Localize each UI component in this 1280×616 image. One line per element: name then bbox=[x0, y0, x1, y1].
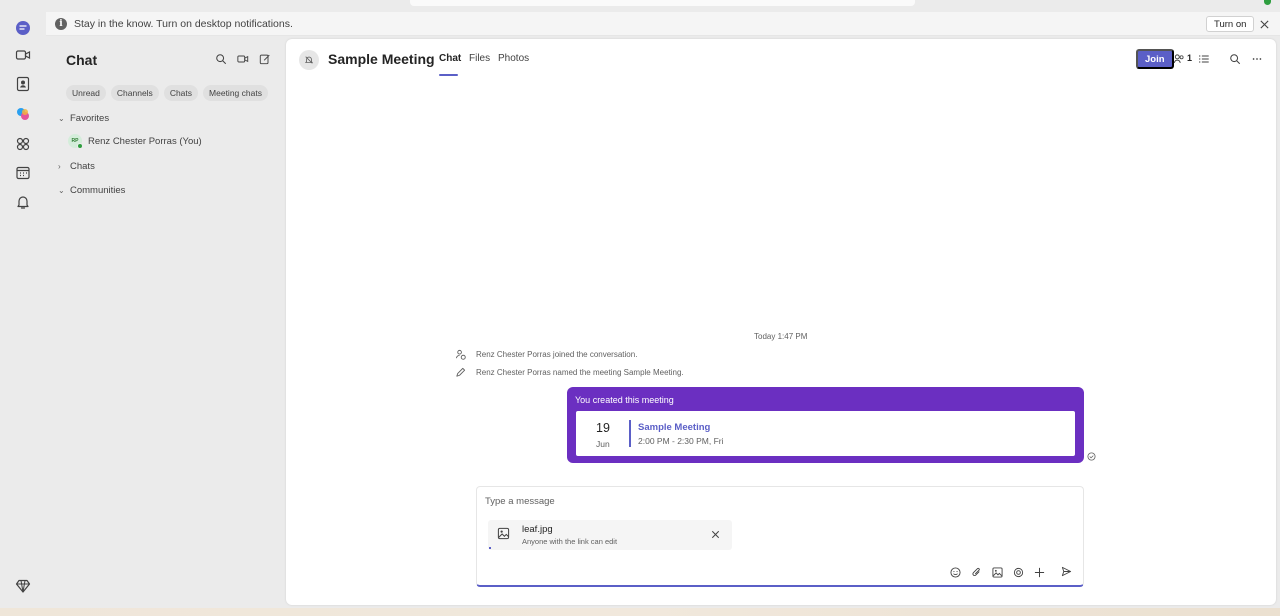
attachment-permission: Anyone with the link can edit bbox=[522, 537, 618, 546]
meeting-title: Sample Meeting bbox=[328, 51, 435, 67]
search-icon[interactable] bbox=[214, 52, 228, 66]
message-input[interactable] bbox=[485, 496, 1065, 507]
notification-bar: i Stay in the know. Turn on desktop noti… bbox=[46, 12, 1280, 36]
conversation-panel: Sample Meeting Chat Files Photos Join 1 … bbox=[286, 39, 1276, 605]
communities-section-header[interactable]: ⌄ Communities bbox=[58, 185, 125, 196]
system-message-renamed: Renz Chester Porras named the meeting Sa… bbox=[454, 366, 684, 378]
favorites-section-header[interactable]: ⌄ Favorites bbox=[58, 113, 109, 124]
notification-text: Stay in the know. Turn on desktop notifi… bbox=[74, 17, 293, 30]
meet-now-video-icon[interactable] bbox=[236, 52, 250, 66]
conversation-header: Sample Meeting Chat Files Photos Join 1 bbox=[286, 39, 1276, 79]
app-rail bbox=[0, 8, 46, 616]
meet-video-icon[interactable] bbox=[13, 45, 33, 65]
card-accent-bar bbox=[629, 420, 631, 447]
favorites-label: Favorites bbox=[70, 113, 110, 124]
close-icon[interactable] bbox=[1257, 17, 1271, 31]
turn-on-notifications-button[interactable]: Turn on bbox=[1206, 16, 1255, 32]
send-icon[interactable] bbox=[1061, 566, 1073, 578]
attachment-file-name: leaf.jpg bbox=[522, 524, 553, 535]
avatar: RP bbox=[68, 134, 83, 149]
loop-component-icon[interactable] bbox=[1012, 566, 1024, 578]
meeting-title-link[interactable]: Sample Meeting bbox=[638, 422, 710, 433]
profile-presence-dot bbox=[1264, 0, 1271, 5]
chevron-right-icon: › bbox=[58, 162, 61, 171]
calendar-icon[interactable] bbox=[13, 163, 33, 183]
meeting-created-card[interactable]: You created this meeting 19 Jun Sample M… bbox=[567, 387, 1084, 463]
insert-image-icon[interactable] bbox=[991, 566, 1003, 578]
system-message-text: Renz Chester Porras joined the conversat… bbox=[476, 349, 638, 359]
favorite-chat-name: Renz Chester Porras (You) bbox=[88, 135, 202, 147]
read-receipt-icon bbox=[1087, 452, 1097, 462]
active-tab-indicator bbox=[439, 74, 458, 76]
copilot-colorful-icon[interactable] bbox=[13, 104, 33, 124]
system-message-joined: Renz Chester Porras joined the conversat… bbox=[454, 348, 637, 360]
meeting-details[interactable]: 19 Jun Sample Meeting 2:00 PM - 2:30 PM,… bbox=[576, 411, 1075, 456]
attachment-chip[interactable]: leaf.jpg Anyone with the link can edit bbox=[488, 520, 732, 550]
top-search-bar[interactable] bbox=[410, 0, 915, 6]
participants-count: 1 bbox=[1187, 53, 1193, 63]
participants-icon[interactable] bbox=[1172, 52, 1186, 66]
filter-channels[interactable]: Channels bbox=[110, 85, 159, 101]
tab-photos[interactable]: Photos bbox=[498, 53, 529, 64]
activity-bell-icon[interactable] bbox=[13, 192, 33, 212]
chevron-down-icon: ⌄ bbox=[58, 114, 65, 123]
meeting-time: 2:00 PM - 2:30 PM, Fri bbox=[638, 436, 724, 446]
attach-paperclip-icon[interactable] bbox=[970, 566, 982, 578]
emoji-icon[interactable] bbox=[949, 566, 961, 578]
chevron-down-icon: ⌄ bbox=[58, 186, 65, 195]
filter-chats[interactable]: Chats bbox=[163, 85, 199, 101]
composer-toolbar bbox=[949, 566, 1045, 578]
chat-pane-title: Chat bbox=[66, 52, 98, 68]
message-composer: leaf.jpg Anyone with the link can edit bbox=[476, 486, 1084, 587]
copilot-icon[interactable] bbox=[13, 18, 33, 38]
remove-attachment-close-icon[interactable] bbox=[710, 529, 722, 541]
filter-meeting-chats[interactable]: Meeting chats bbox=[203, 85, 268, 101]
person-joined-icon bbox=[454, 348, 466, 360]
desktop-taskbar-edge bbox=[0, 608, 1280, 616]
meeting-month: Jun bbox=[596, 439, 610, 449]
premium-diamond-icon[interactable] bbox=[13, 576, 33, 596]
meeting-day: 19 bbox=[596, 421, 610, 435]
favorite-chat-item[interactable]: RP Renz Chester Porras (You) bbox=[68, 134, 202, 149]
list-view-icon[interactable] bbox=[1197, 52, 1211, 66]
join-button[interactable]: Join bbox=[1136, 49, 1174, 69]
contacts-icon[interactable] bbox=[13, 74, 33, 94]
system-message-text: Renz Chester Porras named the meeting Sa… bbox=[476, 367, 684, 377]
window-top-strip bbox=[0, 0, 1280, 8]
apps-icon[interactable] bbox=[13, 134, 33, 154]
card-heading: You created this meeting bbox=[575, 395, 674, 405]
add-plus-icon[interactable] bbox=[1033, 566, 1045, 578]
more-options-icon[interactable] bbox=[1250, 52, 1264, 66]
filter-unread[interactable]: Unread bbox=[66, 85, 106, 101]
info-icon: i bbox=[55, 17, 67, 30]
pencil-edit-icon bbox=[454, 366, 466, 378]
presence-available-icon bbox=[77, 143, 83, 149]
chats-section-header[interactable]: › Chats bbox=[58, 161, 95, 172]
new-chat-compose-icon[interactable] bbox=[258, 52, 272, 66]
communities-label: Communities bbox=[70, 185, 126, 196]
image-file-icon bbox=[497, 527, 511, 541]
upload-progress-bar bbox=[489, 547, 491, 549]
chat-filter-pills: Unread Channels Chats Meeting chats bbox=[66, 85, 268, 101]
chat-list-pane: Chat Unread Channels Chats Meeting chats… bbox=[46, 38, 284, 616]
meeting-chat-icon bbox=[299, 50, 319, 70]
chats-label: Chats bbox=[70, 161, 95, 172]
search-icon[interactable] bbox=[1228, 52, 1242, 66]
tab-chat[interactable]: Chat bbox=[439, 53, 461, 64]
tab-files[interactable]: Files bbox=[469, 53, 490, 64]
message-timestamp: Today 1:47 PM bbox=[754, 332, 808, 341]
